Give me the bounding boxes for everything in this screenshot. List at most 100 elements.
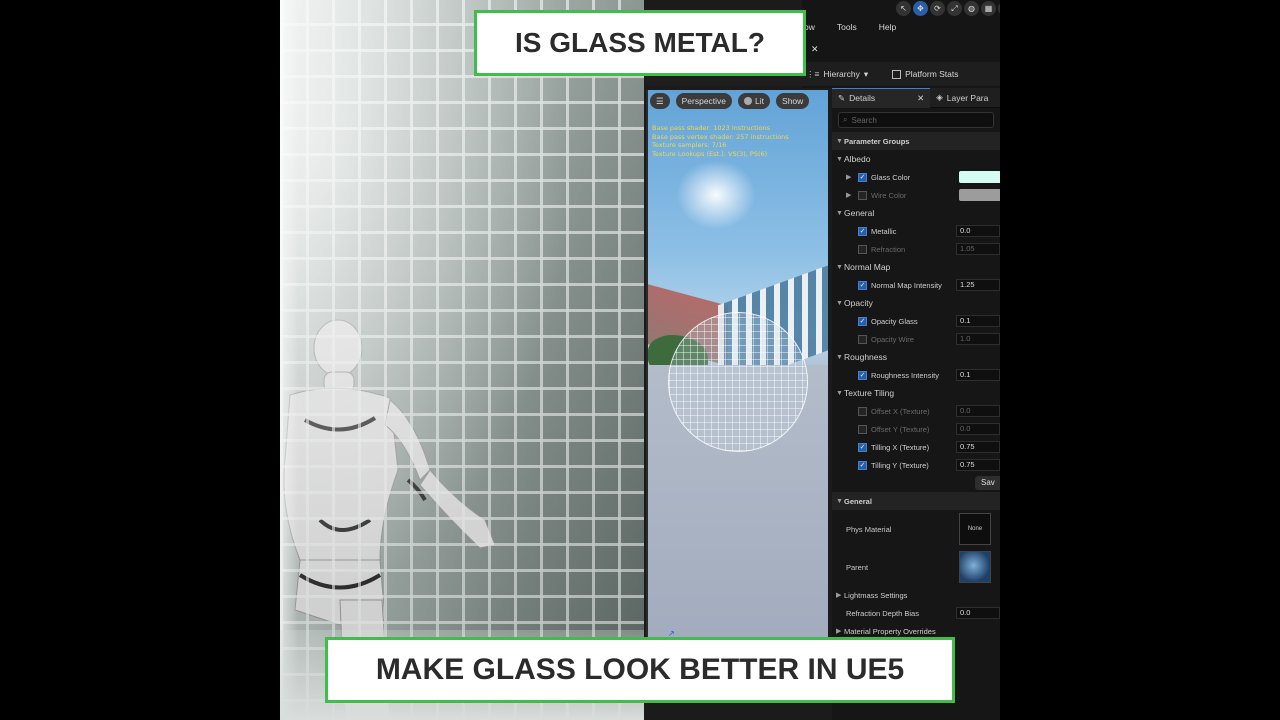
glass-wall-scene [280,0,644,720]
param-name: ✓ Normal Map Intensity [846,280,944,290]
opacity-wire-checkbox[interactable] [858,334,867,344]
hierarchy-label: Hierarchy [823,69,860,79]
wire-color-swatch[interactable] [959,189,1000,201]
menu-item-tools[interactable]: Tools [837,22,857,32]
roughness-checkbox[interactable]: ✓ [858,370,867,380]
tiling-x-value-field[interactable]: 0.75 [956,441,1000,453]
param-wire-color: ▶ Wire Color [832,186,1000,204]
group-roughness[interactable]: ▼ Roughness [832,348,1000,366]
close-tab-icon[interactable]: ✕ [811,44,819,55]
metallic-value-field[interactable]: 0.0 [956,225,1000,237]
opacity-glass-value-field[interactable]: 0.1 [956,315,1000,327]
lightmass-label: Lightmass Settings [844,590,908,600]
rotate-mode-icon[interactable]: ⟳ [930,1,945,16]
param-name: ▶ ✓ Glass Color [846,172,944,182]
layers-icon: ◈ [936,92,943,102]
param-name: Refraction [846,244,944,254]
close-icon[interactable]: ✕ [917,93,924,104]
param-name: Offset Y (Texture) [846,424,944,434]
viewport-menu-button[interactable]: ☰ [650,93,670,109]
refraction-depth-bias-row: Refraction Depth Bias 0.0 [832,604,1000,622]
hierarchy-button[interactable]: ⋮≡ Hierarchy ▾ [806,69,868,80]
scale-mode-icon[interactable]: ⤢ [947,1,962,16]
parent-label: Parent [846,562,869,572]
chevron-right-icon[interactable]: ▶ [846,173,854,181]
select-mode-icon[interactable]: ↖ [896,1,911,16]
opacity-glass-checkbox[interactable]: ✓ [858,316,867,326]
offset-y-value-field[interactable]: 0.0 [956,423,1000,435]
param-name: Refraction Depth Bias [846,609,944,618]
refraction-value-field[interactable]: 1.05 [956,243,1000,255]
refraction-checkbox[interactable] [858,244,867,254]
lit-icon [744,97,753,105]
normal-map-value-field[interactable]: 1.25 [956,279,1000,291]
glass-color-checkbox[interactable]: ✓ [858,172,867,182]
param-opacity-wire: Opacity Wire 1.0 [832,330,1000,348]
param-tiling-x: ✓ Tilling X (Texture) 0.75 [832,438,1000,456]
reflection-haze [280,0,644,720]
param-label: Offset Y (Texture) [871,424,930,434]
chevron-right-icon: ▶ [836,628,842,635]
param-label: Normal Map Intensity [871,280,942,290]
parameter-groups-header[interactable]: ▼ Parameter Groups [832,132,1000,150]
param-label: Opacity Glass [871,316,918,326]
tab-details[interactable]: ✎ Details ✕ [832,88,931,108]
group-texture-tiling[interactable]: ▼ Texture Tiling [832,384,1000,402]
chevron-down-icon: ▼ [836,299,843,307]
platform-stats-button[interactable]: Platform Stats [892,69,959,79]
offset-x-checkbox[interactable] [858,406,867,416]
settings-icon[interactable]: ⚙ [998,1,1000,16]
world-icon[interactable]: ◍ [964,1,979,16]
stage: ↖ ✥ ⟳ ⤢ ◍ ▦ ⚙ ow Tools Help ✕ ⋮≡ Hierarc… [0,0,1280,720]
offset-x-value-field[interactable]: 0.0 [956,405,1000,417]
metallic-checkbox[interactable]: ✓ [858,226,867,236]
group-label: Normal Map [844,262,891,272]
tiling-y-checkbox[interactable]: ✓ [858,460,867,470]
group-normal-map[interactable]: ▼ Normal Map [832,258,1000,276]
param-roughness-intensity: ✓ Roughness Intensity 0.1 [832,366,1000,384]
save-button[interactable]: Sav [975,476,1000,490]
general-section-label: General [844,496,872,506]
perspective-button[interactable]: Perspective [675,93,733,109]
refraction-depth-bias-field[interactable]: 0.0 [956,607,1000,619]
param-label: Metallic [871,226,897,236]
param-normal-map-intensity: ✓ Normal Map Intensity 1.25 [832,276,1000,294]
lit-button[interactable]: Lit [738,93,771,109]
offset-y-checkbox[interactable] [858,424,867,434]
opacity-wire-value-field[interactable]: 1.0 [956,333,1000,345]
show-button[interactable]: Show [776,93,810,109]
menu-item-help[interactable]: Help [879,22,896,32]
param-label: Refraction [871,244,906,254]
roughness-value-field[interactable]: 0.1 [956,369,1000,381]
chevron-down-icon: ▼ [836,353,843,361]
parent-material-thumbnail[interactable] [959,551,991,583]
param-name: ✓ Tilling Y (Texture) [846,460,944,470]
wire-color-checkbox[interactable] [858,190,867,200]
parent-row: Parent [832,548,1000,586]
viewport-toolbar: ☰ Perspective Lit Show [650,93,810,109]
chevron-down-icon: ▼ [836,263,843,271]
tiling-x-checkbox[interactable]: ✓ [858,442,867,452]
chevron-right-icon[interactable]: ▶ [846,191,854,199]
param-label: Wire Color [871,190,907,200]
parameter-groups-label: Parameter Groups [844,136,910,146]
glass-color-swatch[interactable] [959,171,1000,183]
param-name: ✓ Roughness Intensity [846,370,944,380]
normal-map-checkbox[interactable]: ✓ [858,280,867,290]
param-opacity-glass: ✓ Opacity Glass 0.1 [832,312,1000,330]
lightmass-settings-row[interactable]: ▶ Lightmass Settings [832,586,1000,604]
search-input[interactable]: ⌕ Search [838,112,994,128]
material-preview-viewport[interactable]: ☰ Perspective Lit Show Base pass shader:… [646,90,828,640]
general-section-header[interactable]: ▼ General [832,492,1000,510]
param-offset-x: Offset X (Texture) 0.0 [832,402,1000,420]
grid-snap-icon[interactable]: ▦ [981,1,996,16]
chevron-down-icon: ▼ [836,137,843,145]
tiling-y-value-field[interactable]: 0.75 [956,459,1000,471]
group-opacity[interactable]: ▼ Opacity [832,294,1000,312]
move-mode-icon[interactable]: ✥ [913,1,928,16]
group-albedo[interactable]: ▼ Albedo [832,150,1000,168]
group-general[interactable]: ▼ General [832,204,1000,222]
phys-material-thumbnail[interactable]: None [959,513,991,545]
details-panel: ✎ Details ✕ ◈ Layer Para ⌕ Search ▼ Param… [832,88,1000,720]
tab-layer-parameters[interactable]: ◈ Layer Para [930,88,994,108]
